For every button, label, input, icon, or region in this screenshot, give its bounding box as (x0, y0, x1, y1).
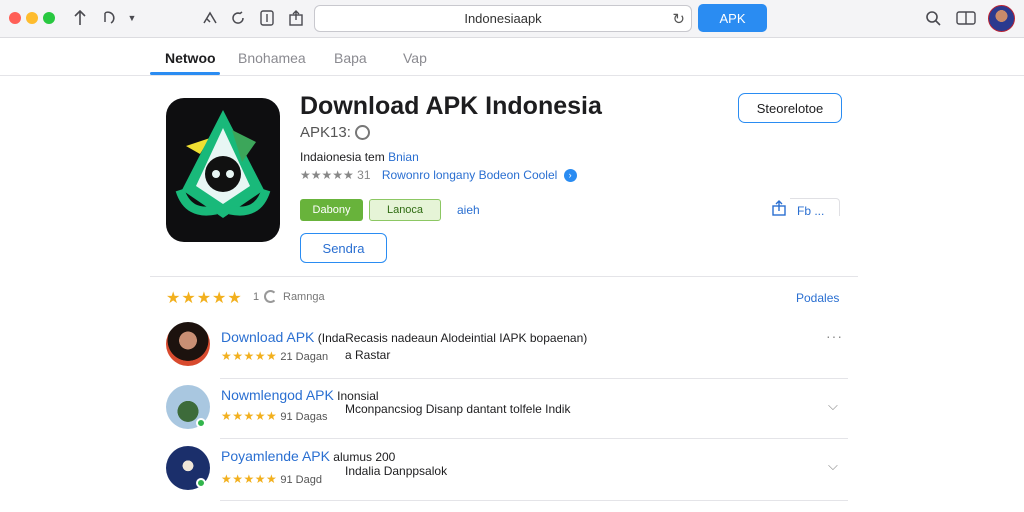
app-subtitle: APK13: (300, 124, 351, 141)
online-status-icon (196, 478, 206, 488)
review-stars: ★★★★★ (221, 409, 278, 423)
globe-icon[interactable] (355, 125, 370, 140)
refresh-menu-icon[interactable] (100, 8, 118, 28)
close-window-icon[interactable] (9, 12, 21, 24)
review-meta: ★★★★★ 91 Dagas (221, 409, 327, 423)
developer-link[interactable]: Bnian (388, 150, 419, 164)
address-text: Indonesiaapk (464, 11, 542, 26)
chevron-down-icon[interactable]: ▼ (127, 8, 137, 28)
section-divider (150, 276, 858, 277)
chevron-down-icon[interactable]: ⌵ (828, 398, 838, 414)
sidebar-icon[interactable] (955, 8, 977, 28)
review-title[interactable]: Poyamlende APK alumus 200 (221, 448, 395, 464)
reload-icon[interactable] (229, 8, 247, 28)
review-title-rest: Inonsial (333, 389, 379, 403)
review-body: a Rastar (345, 348, 391, 362)
row-divider (220, 438, 848, 439)
chevron-right-icon[interactable]: › (563, 169, 577, 183)
online-status-icon (196, 418, 206, 428)
all-reviews-link[interactable]: Podales (796, 291, 839, 305)
more-options-icon[interactable]: ··· (826, 328, 843, 344)
maximize-window-icon[interactable] (43, 12, 55, 24)
summary-label: Ramnga (283, 291, 325, 303)
info-link[interactable]: aieh (457, 203, 480, 217)
app-logo (166, 98, 280, 242)
more-options-link[interactable]: Fb ... (797, 204, 824, 218)
app-title: Download APK Indonesia (300, 92, 602, 120)
navigate-icon[interactable] (201, 8, 219, 28)
review-title[interactable]: Download APK (IndaRecasis nadeaun Alodei… (221, 329, 587, 345)
review-title-text: Download APK (221, 329, 315, 345)
review-stars: ★★★★★ (221, 349, 278, 363)
review-meta: ★★★★★ 21 Dagan (221, 349, 328, 363)
row-divider (220, 500, 848, 501)
developer-line: Indaionesia tem Bnian (300, 150, 419, 164)
address-reload-icon[interactable]: ↻ (672, 10, 685, 28)
loading-icon (264, 290, 277, 303)
app-rating-link[interactable]: Rowonro longany Bodeon Coolel (382, 168, 557, 182)
active-tab-indicator (150, 72, 220, 75)
search-icon[interactable] (924, 8, 942, 28)
download-button[interactable]: Sendra (300, 233, 387, 263)
share-app-icon[interactable] (772, 200, 786, 221)
apk-button[interactable]: APK (698, 4, 767, 32)
chevron-down-icon[interactable]: ⌵ (828, 458, 838, 474)
review-title-rest: (IndaRecasis nadeaun Alodeintial IAPK bo… (314, 331, 588, 345)
category-badge[interactable]: Dabony (300, 199, 363, 221)
review-title-text: Poyamlende APK (221, 448, 330, 464)
review-body: Indalia Danppsalok (345, 464, 448, 478)
review-date: 21 Dagan (280, 351, 329, 363)
tab-vap[interactable]: Vap (403, 50, 427, 66)
review-date: 91 Dagas (280, 411, 328, 423)
app-rating-stars: ★★★★★ (300, 168, 354, 182)
review-stars: ★★★★★ (221, 472, 278, 486)
tag-badge[interactable]: Lanoca (369, 199, 441, 221)
tab-bapa[interactable]: Bapa (334, 50, 367, 66)
app-rating-line: ★★★★★ 31 Rowonro longany Bodeon Coolel › (300, 168, 577, 183)
share-icon[interactable] (286, 8, 306, 28)
summary-stars: ★★★★★ (166, 290, 243, 307)
review-body: Mconpancsiog Disanp dantant tolfele Indi… (345, 402, 571, 416)
row-divider (220, 378, 848, 379)
reviewer-avatar (166, 322, 210, 366)
subscribe-button[interactable]: Steorelotoe (738, 93, 842, 123)
browser-toolbar: ▼ Indonesiaapk ↻ APK (0, 0, 1024, 38)
review-title[interactable]: Nowmlengod APK Inonsial (221, 387, 379, 403)
review-title-text: Nowmlengod APK (221, 387, 334, 403)
back-icon[interactable] (72, 8, 88, 28)
summary-count: 1 (253, 291, 260, 303)
review-date: 91 Dagd (280, 474, 322, 486)
review-meta: ★★★★★ 91 Dagd (221, 472, 322, 486)
tab-overview-icon[interactable] (257, 8, 277, 28)
tab-bnohamea[interactable]: Bnohamea (238, 50, 306, 66)
app-rating-count: 31 (357, 168, 371, 182)
developer-label: Indaionesia tem (300, 150, 385, 164)
tab-bar: Netwoo Bnohamea Bapa Vap (0, 39, 1024, 76)
tab-netwoo[interactable]: Netwoo (165, 50, 216, 66)
address-bar[interactable]: Indonesiaapk ↻ (314, 5, 692, 32)
minimize-window-icon[interactable] (26, 12, 38, 24)
user-avatar[interactable] (988, 5, 1015, 32)
review-title-rest: alumus 200 (329, 450, 396, 464)
